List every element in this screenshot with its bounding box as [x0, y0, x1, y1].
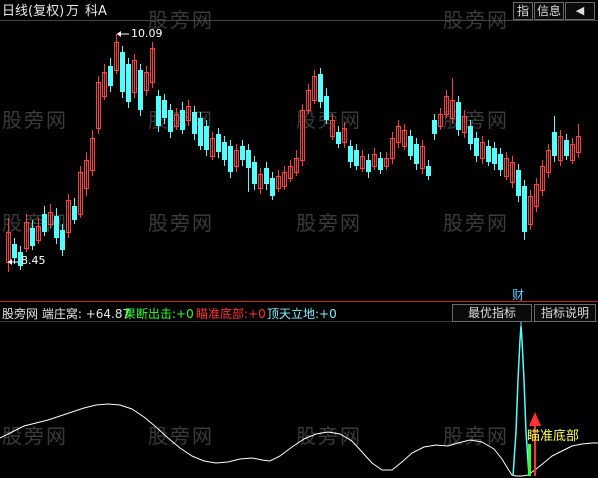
candle-body-down — [564, 140, 569, 156]
candle-body-down — [348, 146, 353, 162]
candle-body-down — [522, 186, 527, 232]
candle-body-down — [180, 110, 185, 130]
finance-marker[interactable]: 财 — [512, 289, 524, 301]
chart-period-title[interactable]: 日线(复权) — [2, 5, 64, 18]
indicator-title: 股旁网 端庄窝: — [2, 307, 82, 321]
candle-body-down — [198, 118, 203, 146]
candle-body-down — [168, 110, 173, 132]
candle-body-down — [216, 134, 221, 152]
high-price-arrow — [117, 31, 121, 37]
candle-body-down — [354, 150, 359, 166]
candle-body-down — [252, 162, 257, 184]
candle-body-down — [120, 52, 125, 92]
candle-body-down — [228, 146, 233, 172]
candle-body-down — [366, 160, 371, 172]
indicator-name: 股旁网 端庄窝: +64.87 — [2, 308, 130, 320]
candle-body-down — [516, 170, 521, 196]
candle-body-down — [12, 244, 17, 258]
candle-body-down — [138, 70, 143, 110]
unit-label: 万 — [66, 4, 80, 19]
candle-body-down — [408, 136, 413, 156]
candle-body-down — [270, 178, 275, 196]
candle-body-down — [246, 150, 251, 168]
collapse-arrow-icon[interactable]: ◀ — [565, 2, 595, 20]
candle-body-down — [498, 154, 503, 170]
info-button[interactable]: 信息 — [534, 2, 564, 20]
candle-body-down — [240, 146, 245, 160]
candle-body-down — [72, 206, 77, 220]
high-price-label: 10.09 — [131, 27, 163, 40]
low-price-label: 8.45 — [21, 254, 46, 267]
candle-body-down — [474, 138, 479, 156]
signal-arrow-head — [529, 412, 541, 426]
legend-aim-bottom: 瞄准底部:+0 — [196, 307, 266, 321]
stock-name: 科A — [85, 4, 107, 19]
candle-body-down — [486, 146, 491, 162]
signal-bar — [528, 444, 531, 476]
indicator-explain-button[interactable]: 指标说明 — [534, 304, 596, 322]
candle-body-down — [426, 166, 431, 176]
candle-body-down — [552, 132, 557, 156]
kline-chart — [0, 20, 598, 477]
candle-body-down — [192, 112, 197, 134]
candle-body-down — [222, 142, 227, 160]
candle-body-down — [162, 100, 167, 118]
candle-body-down — [108, 66, 113, 86]
candle-body-down — [492, 148, 497, 164]
indicator-spike — [512, 325, 530, 477]
candle-body-down — [60, 230, 65, 250]
candle-body-down — [324, 96, 329, 120]
candle-body-down — [414, 144, 419, 164]
indicator-line — [0, 403, 598, 477]
legend-attack: 果断出击:+0 — [124, 307, 194, 321]
candle-body-down — [378, 158, 383, 170]
candle-body-down — [126, 64, 131, 102]
candle-body-down — [336, 132, 341, 144]
candle-body-down — [264, 168, 269, 184]
legend-top-sky: 顶天立地:+0 — [267, 307, 337, 321]
signal-label: 瞄准底部 — [527, 429, 580, 444]
indicator-toggle-button[interactable]: 指 — [513, 2, 533, 20]
candle-body-down — [156, 96, 161, 126]
candle-body-down — [318, 74, 323, 102]
candle-body-down — [42, 214, 47, 232]
candle-body-down — [30, 228, 35, 246]
candle-body-down — [468, 126, 473, 144]
candle-body-down — [456, 102, 461, 130]
candle-body-down — [432, 120, 437, 134]
best-indicator-button[interactable]: 最优指标 — [452, 304, 532, 322]
candle-body-down — [204, 126, 209, 150]
candle-body-down — [54, 216, 59, 238]
